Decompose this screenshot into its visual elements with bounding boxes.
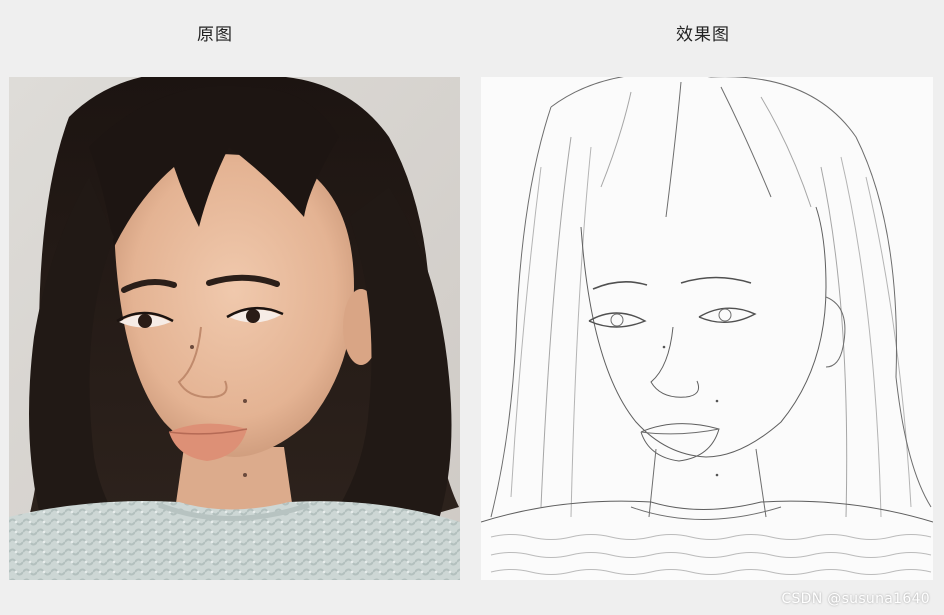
sketch-effect-image	[481, 77, 933, 580]
csdn-watermark: CSDN @susuna1640	[781, 591, 930, 607]
original-photo	[9, 77, 460, 580]
image-comparison-page: 原图 效果图 CSDN @susuna1640	[0, 0, 944, 615]
original-image-title: 原图	[197, 25, 233, 45]
effect-image-title: 效果图	[676, 25, 730, 45]
